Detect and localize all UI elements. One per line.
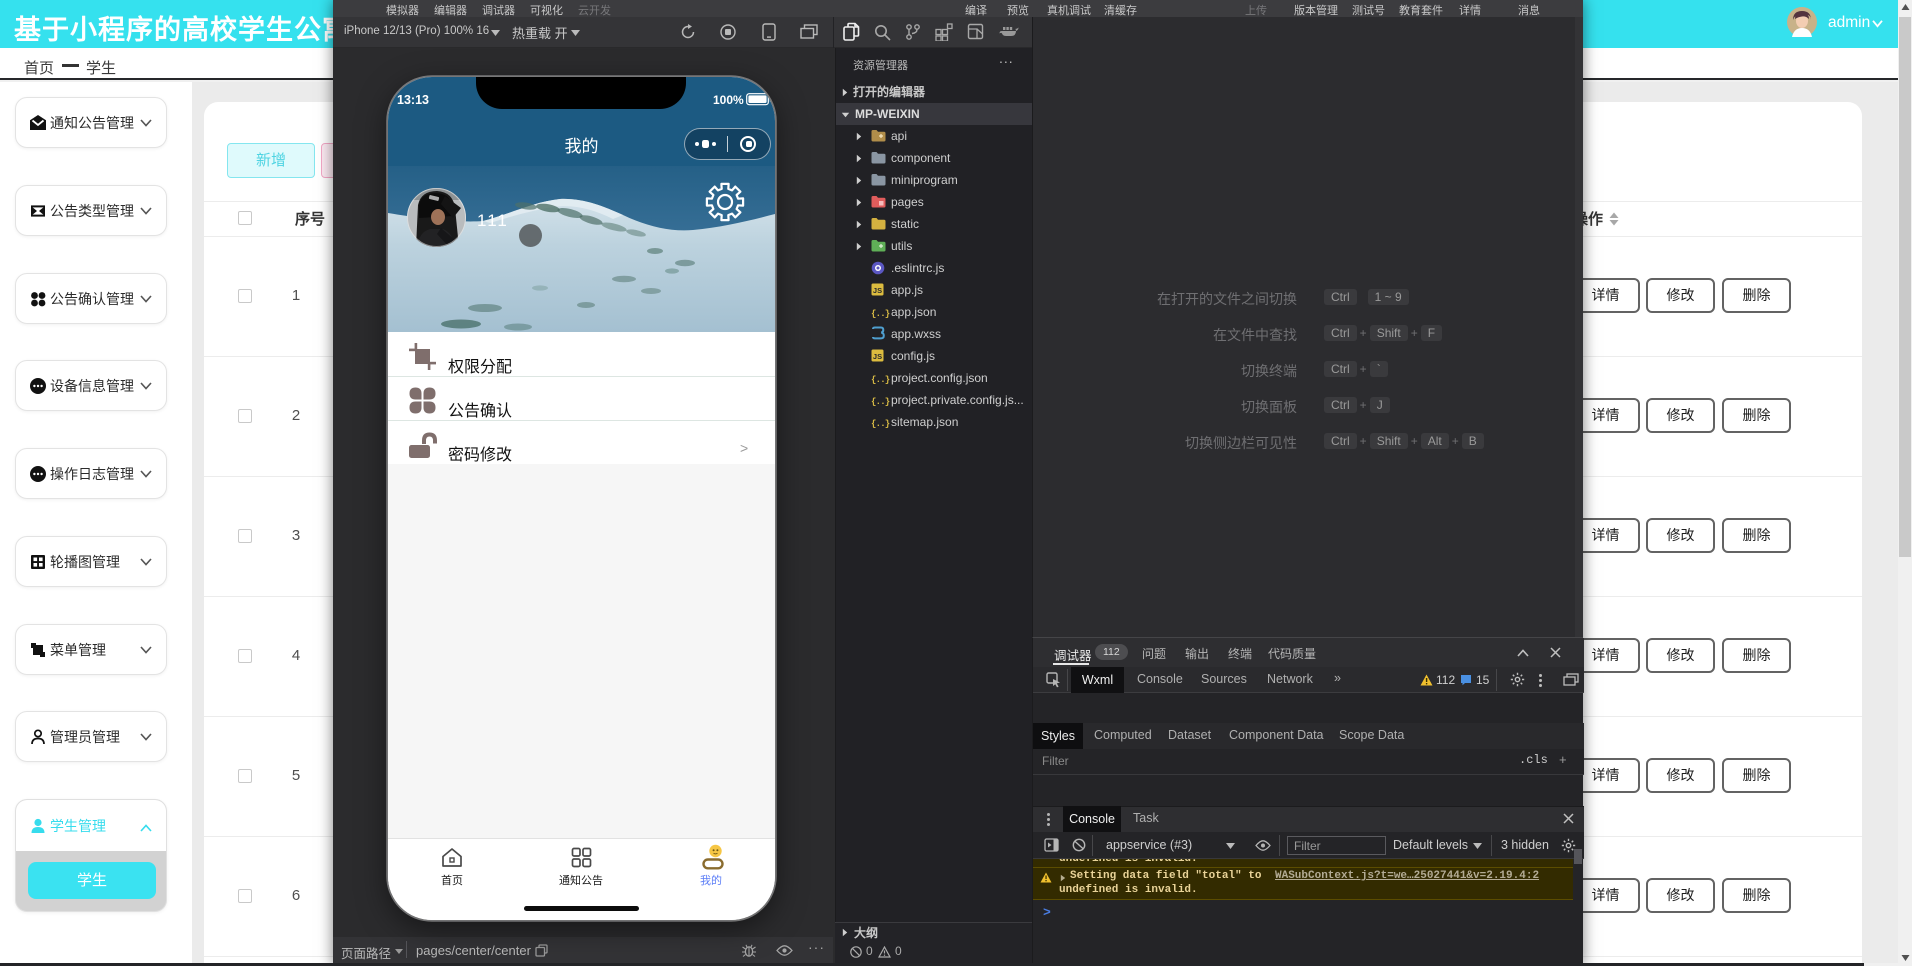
- svg-text:JS: JS: [873, 352, 882, 361]
- svg-text:JS: JS: [873, 286, 882, 295]
